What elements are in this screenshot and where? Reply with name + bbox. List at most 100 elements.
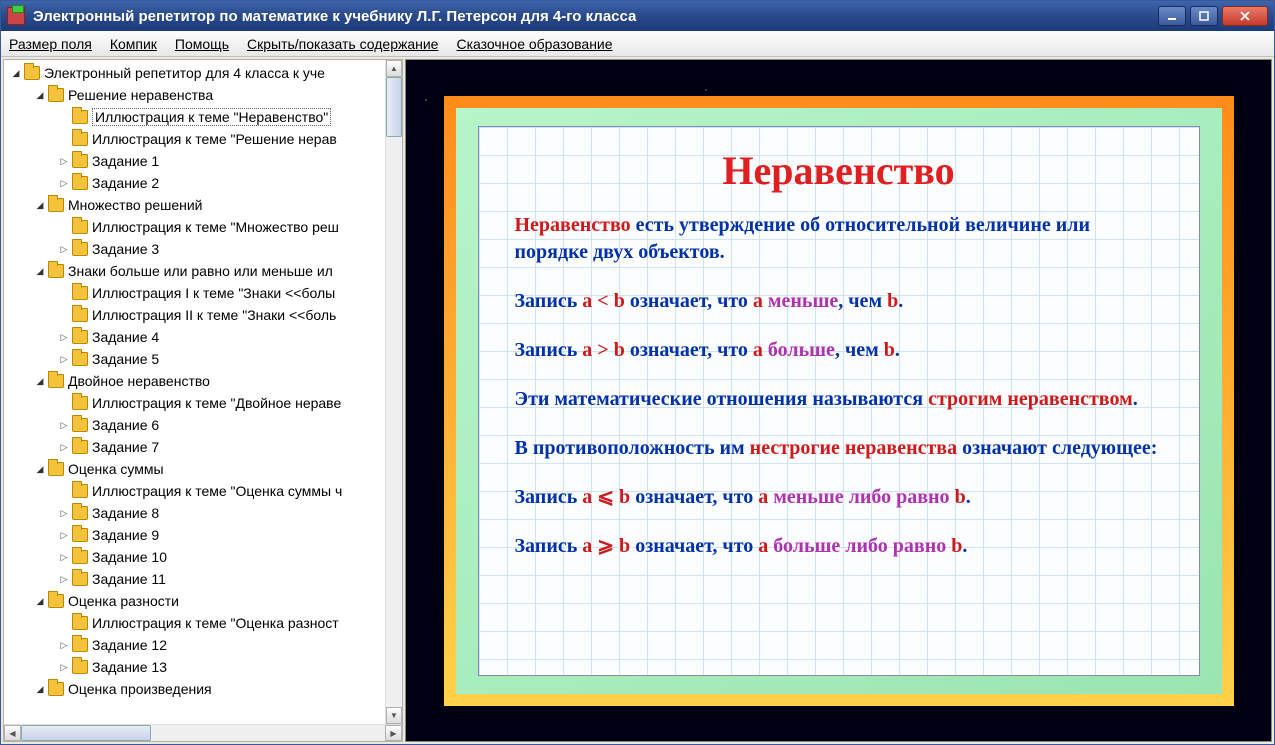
expand-icon[interactable]: ▷ xyxy=(58,177,70,189)
paragraph-greater-than: Запись a > b означает, что a больше, чем… xyxy=(515,337,1163,364)
collapse-icon[interactable]: ◢ xyxy=(10,67,22,79)
folder-icon xyxy=(72,220,88,234)
expand-icon[interactable]: ▷ xyxy=(58,529,70,541)
expand-icon[interactable]: ▷ xyxy=(58,639,70,651)
tree-item[interactable]: ◢Двойное неравенство xyxy=(4,370,402,392)
collapse-icon[interactable]: ◢ xyxy=(34,199,46,211)
expand-icon[interactable]: ▷ xyxy=(58,353,70,365)
folder-icon xyxy=(72,418,88,432)
paragraph-leq: Запись a ⩽ b означает, что a меньше либо… xyxy=(515,484,1163,511)
expand-icon[interactable]: ▷ xyxy=(58,243,70,255)
folder-icon xyxy=(24,66,40,80)
paragraph-strict: Эти математические отношения называются … xyxy=(515,386,1163,413)
tree-item[interactable]: Иллюстрация к теме "Множество реш xyxy=(4,216,402,238)
tree-item[interactable]: ▷Задание 7 xyxy=(4,436,402,458)
tree-item[interactable]: ▷Задание 12 xyxy=(4,634,402,656)
graph-paper: Неравенство Неравенство есть утверждение… xyxy=(478,126,1200,676)
tree-horizontal-scrollbar[interactable]: ◀ ▶ xyxy=(4,724,402,741)
tree-scroll: ◢ Электронный репетитор для 4 класса к уч… xyxy=(4,60,402,724)
collapse-icon[interactable]: ◢ xyxy=(34,375,46,387)
tree-item[interactable]: Иллюстрация к теме "Решение нерав xyxy=(4,128,402,150)
tree-item[interactable]: ◢ Электронный репетитор для 4 класса к уч… xyxy=(4,62,402,84)
folder-icon xyxy=(72,176,88,190)
tree-item-label: Задание 10 xyxy=(92,549,167,565)
menu-toggle-toc[interactable]: Скрыть/показать содержание xyxy=(247,36,438,52)
client-area: ◢ Электронный репетитор для 4 класса к уч… xyxy=(1,57,1274,744)
tree-item[interactable]: ▷ Задание 1 xyxy=(4,150,402,172)
folder-icon xyxy=(72,660,88,674)
tree-item[interactable]: ▷ Задание 2 xyxy=(4,172,402,194)
scroll-thumb-v[interactable] xyxy=(386,77,402,137)
expand-icon[interactable]: ▷ xyxy=(58,331,70,343)
app-window: Электронный репетитор по математике к уч… xyxy=(0,0,1275,745)
expand-icon[interactable]: ▷ xyxy=(58,155,70,167)
tree-item[interactable]: ◢Знаки больше или равно или меньше ил xyxy=(4,260,402,282)
page-title: Неравенство xyxy=(515,147,1163,194)
titlebar[interactable]: Электронный репетитор по математике к уч… xyxy=(1,1,1274,31)
tree-item[interactable]: ▷Задание 8 xyxy=(4,502,402,524)
tree-item[interactable]: ▷Задание 9 xyxy=(4,524,402,546)
expand-icon[interactable]: ▷ xyxy=(58,441,70,453)
tree-item[interactable]: ▷Задание 5 xyxy=(4,348,402,370)
collapse-icon[interactable]: ◢ xyxy=(34,595,46,607)
folder-icon xyxy=(48,264,64,278)
folder-icon xyxy=(72,638,88,652)
folder-icon xyxy=(48,374,64,388)
tree-item[interactable]: Иллюстрация II к теме "Знаки <<боль xyxy=(4,304,402,326)
lesson-card: Неравенство Неравенство есть утверждение… xyxy=(444,96,1234,706)
maximize-button[interactable] xyxy=(1190,6,1218,26)
paragraph-definition: Неравенство есть утверждение об относите… xyxy=(515,212,1163,266)
menu-size[interactable]: Размер поля xyxy=(9,36,92,52)
tree-item-label: Иллюстрация к теме "Оценка суммы ч xyxy=(92,483,342,499)
folder-icon xyxy=(72,352,88,366)
tree-item[interactable]: ▷Задание 11 xyxy=(4,568,402,590)
tree-vertical-scrollbar[interactable]: ▲ ▼ xyxy=(385,60,402,724)
scroll-thumb-h[interactable] xyxy=(21,725,151,741)
tree-item[interactable]: ◢Множество решений xyxy=(4,194,402,216)
expand-icon[interactable]: ▷ xyxy=(58,661,70,673)
folder-icon xyxy=(48,594,64,608)
expand-icon[interactable]: ▷ xyxy=(58,507,70,519)
tree-item[interactable]: ▷Задание 3 xyxy=(4,238,402,260)
scroll-left-button[interactable]: ◀ xyxy=(4,725,21,741)
scroll-up-button[interactable]: ▲ xyxy=(386,60,402,77)
paragraph-less-than: Запись a < b означает, что a меньше, чем… xyxy=(515,288,1163,315)
tree-item[interactable]: ◢ Оценка суммы xyxy=(4,458,402,480)
folder-icon xyxy=(72,528,88,542)
collapse-icon[interactable]: ◢ xyxy=(34,265,46,277)
collapse-icon[interactable]: ◢ xyxy=(34,89,46,101)
collapse-icon[interactable]: ◢ xyxy=(34,463,46,475)
folder-icon xyxy=(72,506,88,520)
tree-item[interactable]: Иллюстрация I к теме "Знаки <<болы xyxy=(4,282,402,304)
menu-help[interactable]: Помощь xyxy=(175,36,229,52)
paragraph-nonstrict: В противоположность им нестрогие неравен… xyxy=(515,435,1163,462)
scroll-right-button[interactable]: ▶ xyxy=(385,725,402,741)
tree-item-label: Задание 2 xyxy=(92,175,159,191)
tree-item[interactable]: ▷Задание 13 xyxy=(4,656,402,678)
expand-icon[interactable]: ▷ xyxy=(58,419,70,431)
folder-icon xyxy=(72,242,88,256)
menu-edu[interactable]: Сказочное образование xyxy=(456,36,612,52)
scroll-down-button[interactable]: ▼ xyxy=(386,707,402,724)
tree-item[interactable]: ◢Оценка произведения xyxy=(4,678,402,700)
tree-item[interactable]: Иллюстрация к теме "Неравенство" xyxy=(4,106,402,128)
tree-item[interactable]: Иллюстрация к теме "Оценка разност xyxy=(4,612,402,634)
tree-item[interactable]: Иллюстрация к теме "Двойное нераве xyxy=(4,392,402,414)
app-icon xyxy=(7,7,25,25)
tree-item[interactable]: Иллюстрация к теме "Оценка суммы ч xyxy=(4,480,402,502)
tree-item[interactable]: ▷Задание 6 xyxy=(4,414,402,436)
close-button[interactable] xyxy=(1222,6,1268,26)
tree-item[interactable]: ◢Решение неравенства xyxy=(4,84,402,106)
tree-item[interactable]: ▷ Задание 10 xyxy=(4,546,402,568)
tree-item-label: Оценка суммы xyxy=(68,461,164,477)
collapse-icon[interactable]: ◢ xyxy=(34,683,46,695)
tree-item-label: Задание 1 xyxy=(92,153,159,169)
tree-item[interactable]: ▷Задание 4 xyxy=(4,326,402,348)
menu-kompik[interactable]: Компик xyxy=(110,36,157,52)
expand-icon[interactable]: ▷ xyxy=(58,551,70,563)
tree-item-label: Электронный репетитор для 4 класса к уче xyxy=(44,65,325,81)
expand-icon[interactable]: ▷ xyxy=(58,573,70,585)
minimize-button[interactable] xyxy=(1158,6,1186,26)
tree-item[interactable]: ◢Оценка разности xyxy=(4,590,402,612)
folder-icon xyxy=(48,198,64,212)
